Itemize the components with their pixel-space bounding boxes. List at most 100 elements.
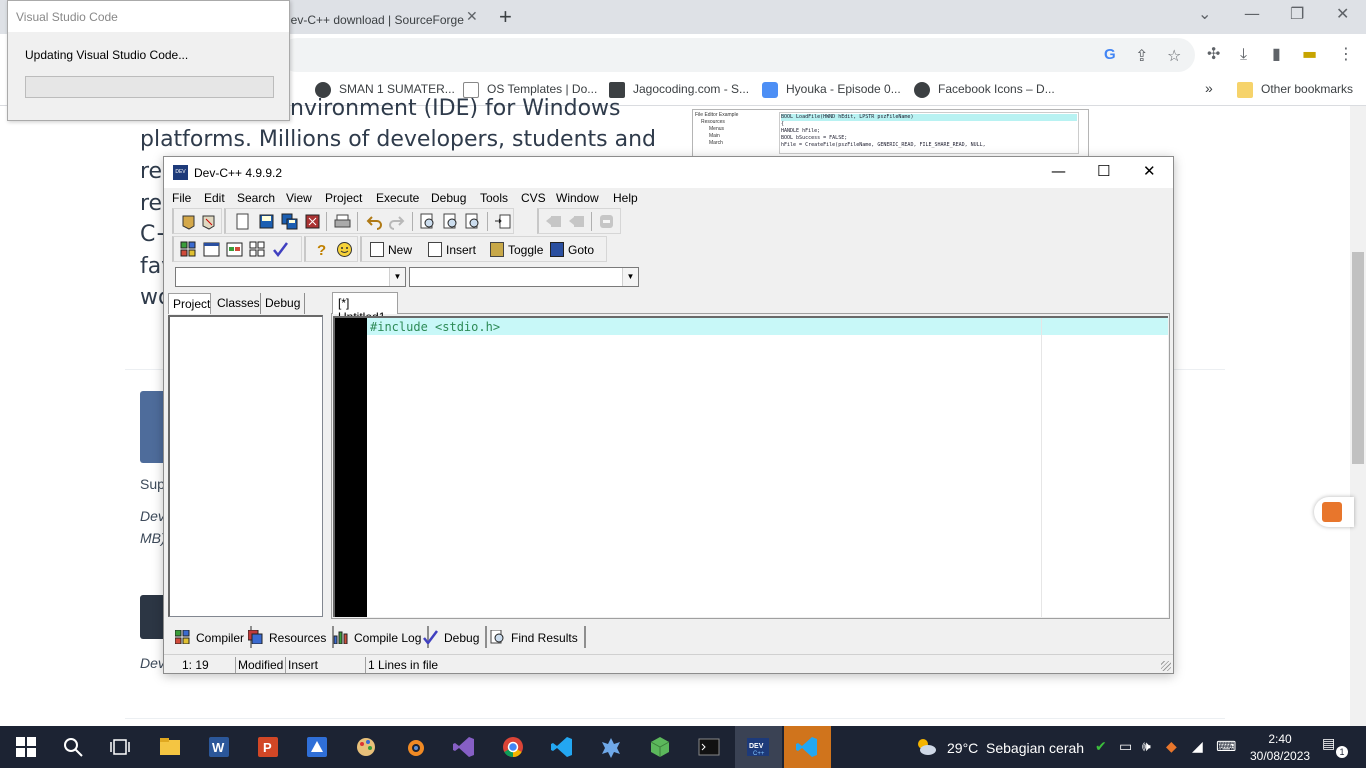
browser-restore-icon[interactable]: ❐ bbox=[1290, 4, 1304, 23]
compile-run-icon[interactable] bbox=[226, 241, 243, 258]
code-line[interactable]: #include <stdio.h> bbox=[367, 318, 1168, 335]
battery-icon[interactable]: ▭ bbox=[1119, 739, 1132, 755]
windows-start-icon[interactable] bbox=[14, 735, 38, 759]
find-icon[interactable] bbox=[419, 213, 436, 230]
stop-icon[interactable] bbox=[598, 213, 615, 230]
file-explorer-icon[interactable] bbox=[158, 735, 182, 759]
screenshot-thumbnail[interactable]: File Editor Example Resources Menus Main… bbox=[692, 109, 1089, 157]
devcpp-titlebar[interactable]: DEV Dev-C++ 4.9.9.2 — ☐ ✕ bbox=[164, 157, 1173, 188]
tab-resources[interactable]: Resources bbox=[242, 626, 335, 648]
class-combo[interactable]: ▼ bbox=[175, 267, 406, 287]
taskbar-devcpp[interactable]: DEV C++ bbox=[735, 726, 782, 768]
tab-debug[interactable]: Debug bbox=[261, 293, 305, 314]
clock-date[interactable]: 30/08/2023 bbox=[1250, 749, 1310, 763]
menu-debug[interactable]: Debug bbox=[431, 191, 466, 205]
other-bookmarks[interactable]: Other bookmarks bbox=[1237, 82, 1353, 98]
rebuild-all-icon[interactable] bbox=[249, 241, 266, 258]
page-scroll-thumb[interactable] bbox=[1352, 252, 1364, 464]
forward-icon[interactable] bbox=[568, 213, 585, 230]
goto-button[interactable]: Goto bbox=[550, 242, 594, 257]
close-project-icon[interactable] bbox=[200, 213, 217, 230]
menu-file[interactable]: File bbox=[172, 191, 191, 205]
bookmark-item[interactable]: Facebook Icons – D... bbox=[914, 82, 1055, 98]
menu-execute[interactable]: Execute bbox=[376, 191, 419, 205]
menu-cvs[interactable]: CVS bbox=[521, 191, 546, 205]
extensions-icon[interactable]: ✣ bbox=[1207, 44, 1220, 63]
share-icon[interactable]: ⇪ bbox=[1135, 46, 1148, 65]
bookmark-item[interactable]: Jagocoding.com - S... bbox=[609, 82, 749, 98]
back-icon[interactable] bbox=[545, 213, 562, 230]
google-icon[interactable]: G bbox=[1104, 46, 1116, 63]
menu-project[interactable]: Project bbox=[325, 191, 362, 205]
visual-studio-icon[interactable] bbox=[452, 735, 476, 759]
print-icon[interactable] bbox=[334, 213, 351, 230]
tab-search-icon[interactable]: ⌄ bbox=[1198, 4, 1211, 23]
search-icon[interactable] bbox=[61, 735, 85, 759]
replace-icon[interactable] bbox=[442, 213, 459, 230]
tab-compile-log[interactable]: Compile Log bbox=[327, 626, 430, 648]
keyboard-icon[interactable]: ⌨ bbox=[1216, 739, 1236, 755]
browser-tab[interactable]: Dev-C++ download | SourceForge bbox=[274, 4, 490, 34]
tab-compiler[interactable]: Compiler bbox=[169, 626, 253, 648]
notifications-button[interactable]: ▤ 1 bbox=[1322, 736, 1348, 758]
word-icon[interactable]: W bbox=[207, 735, 231, 759]
menu-view[interactable]: View bbox=[286, 191, 312, 205]
undo-icon[interactable] bbox=[366, 213, 383, 230]
save-icon[interactable] bbox=[258, 213, 275, 230]
code-editor[interactable]: #include <stdio.h> bbox=[333, 316, 1168, 617]
bookmarks-overflow-icon[interactable]: » bbox=[1205, 80, 1213, 96]
code-area[interactable]: #include <stdio.h> bbox=[367, 318, 1168, 617]
browser-minimize-icon[interactable]: — bbox=[1244, 4, 1260, 23]
new-tab-button[interactable]: + bbox=[499, 4, 512, 30]
chevron-down-icon[interactable]: ▼ bbox=[389, 268, 405, 286]
chevron-down-icon[interactable]: ▼ bbox=[622, 268, 638, 286]
new-file-icon[interactable] bbox=[234, 213, 251, 230]
bookmark-star-icon[interactable]: ☆ bbox=[1167, 46, 1181, 65]
tab-debug-output[interactable]: Debug bbox=[417, 626, 488, 648]
maximize-icon[interactable]: ☐ bbox=[1097, 162, 1110, 180]
debug-check-icon[interactable] bbox=[272, 241, 289, 258]
project-panel[interactable] bbox=[168, 315, 323, 617]
task-view-icon[interactable] bbox=[108, 735, 132, 759]
weather-temperature[interactable]: 29°C bbox=[947, 740, 978, 756]
powerpoint-icon[interactable]: P bbox=[256, 735, 280, 759]
volume-icon[interactable]: 🕪 bbox=[1142, 739, 1151, 755]
bookmark-item[interactable]: Hyouka - Episode 0... bbox=[762, 82, 901, 98]
redo-icon[interactable] bbox=[388, 213, 405, 230]
minimize-icon[interactable]: — bbox=[1051, 162, 1066, 180]
save-all-icon[interactable] bbox=[281, 213, 298, 230]
app-icon[interactable] bbox=[648, 735, 672, 759]
taskbar-vscode-active[interactable] bbox=[784, 726, 831, 768]
find-next-icon[interactable] bbox=[464, 213, 481, 230]
close-file-icon[interactable] bbox=[304, 213, 321, 230]
run-icon[interactable] bbox=[203, 241, 220, 258]
weather-description[interactable]: Sebagian cerah bbox=[986, 740, 1084, 756]
menu-search[interactable]: Search bbox=[237, 191, 275, 205]
help-icon[interactable]: ? bbox=[314, 241, 331, 258]
profile-extension-icon[interactable]: ▬ bbox=[1302, 44, 1317, 63]
clock-time[interactable]: 2:40 bbox=[1252, 732, 1308, 746]
weather-icon[interactable] bbox=[914, 735, 938, 759]
insert-button[interactable]: Insert bbox=[428, 242, 476, 257]
menu-tools[interactable]: Tools bbox=[480, 191, 508, 205]
menu-help[interactable]: Help bbox=[613, 191, 638, 205]
terminal-icon[interactable] bbox=[697, 735, 721, 759]
app-icon[interactable] bbox=[599, 735, 623, 759]
tab-project[interactable]: Project bbox=[168, 293, 211, 314]
about-icon[interactable] bbox=[336, 241, 353, 258]
new-project-icon[interactable] bbox=[180, 213, 197, 230]
resize-grip-icon[interactable] bbox=[1161, 661, 1171, 671]
translate-badge[interactable] bbox=[1314, 497, 1354, 527]
paint-icon[interactable] bbox=[354, 735, 378, 759]
compile-icon[interactable] bbox=[180, 241, 197, 258]
vscode-icon[interactable] bbox=[550, 735, 574, 759]
chrome-icon[interactable] bbox=[501, 735, 525, 759]
address-bar[interactable]: G ⇪ ☆ bbox=[280, 38, 1195, 72]
editor-gutter[interactable] bbox=[335, 318, 367, 617]
tab-find-results[interactable]: Find Results bbox=[484, 626, 586, 648]
toggle-button[interactable]: Toggle bbox=[490, 242, 543, 257]
menu-edit[interactable]: Edit bbox=[204, 191, 225, 205]
side-panel-icon[interactable]: ▮ bbox=[1272, 44, 1281, 63]
tab-classes[interactable]: Classes bbox=[213, 293, 261, 314]
member-combo[interactable]: ▼ bbox=[409, 267, 639, 287]
